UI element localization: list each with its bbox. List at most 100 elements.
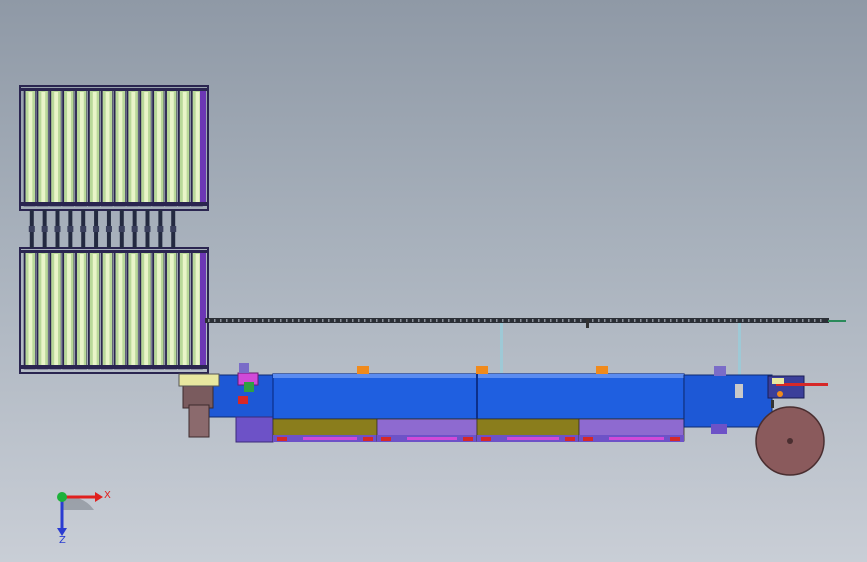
rail-tick (742, 319, 744, 322)
rack-slat (41, 92, 46, 204)
rail-tick (436, 319, 438, 322)
rack-slat (67, 92, 71, 204)
shaft-coupling (41, 226, 48, 232)
rail-tick (580, 319, 582, 322)
lower-segment-strip (407, 437, 457, 440)
rack-slat (144, 254, 149, 367)
motor-shaft (188, 404, 210, 438)
rack-post (191, 252, 193, 369)
shaft-coupling (118, 226, 125, 232)
rail-tick (424, 319, 426, 322)
rack-post (62, 90, 65, 206)
rail-tick (562, 319, 564, 322)
rail-tick (736, 319, 738, 322)
rack-slat (118, 92, 123, 204)
lower-segment-red (481, 437, 491, 441)
rack-slat (118, 254, 123, 367)
rack-post (178, 90, 180, 206)
rail-tick (664, 319, 666, 322)
rail-tick (274, 319, 276, 322)
rack-module-lower[interactable] (19, 247, 209, 374)
rail-tick (454, 319, 456, 322)
rail-tick (574, 319, 576, 322)
rack-post (101, 252, 103, 369)
z-axis-label: Z (59, 535, 66, 546)
rack-slat (79, 92, 84, 204)
rack-slat (195, 92, 200, 204)
rail-support-right (738, 323, 741, 375)
rail-tick (316, 319, 318, 322)
rail-tick (502, 319, 504, 322)
rail-tick (352, 319, 354, 322)
rail-tick (304, 319, 306, 322)
left-top-bracket (239, 363, 249, 373)
cad-viewport[interactable]: X Z (0, 0, 867, 562)
rail-tick (466, 319, 468, 322)
overhead-rail[interactable] (205, 318, 846, 375)
roller-bracket (771, 400, 774, 408)
rack-end-plate (200, 252, 206, 369)
right-foot (711, 424, 727, 434)
rail-tick (448, 319, 450, 322)
rack-post (49, 252, 52, 369)
lower-segment-red (363, 437, 373, 441)
rack-post (36, 252, 39, 369)
rail-tick (214, 319, 216, 322)
lower-segment-red (277, 437, 287, 441)
machine-assembly[interactable] (178, 363, 828, 476)
rail-tick (718, 319, 720, 322)
rail-tick (370, 319, 372, 322)
rail-tick (250, 319, 252, 322)
shaft-coupling (67, 226, 74, 232)
rack-slat (144, 92, 149, 204)
rail-tick (364, 319, 366, 322)
rail-tick (652, 319, 654, 322)
rail-tick (730, 319, 732, 322)
rail-tick (472, 319, 474, 322)
rail-tick (760, 319, 762, 322)
rack-base-rail (20, 365, 208, 369)
rail-tick (670, 319, 672, 322)
rail-tick (568, 319, 570, 322)
main-body-top-edge (273, 374, 684, 378)
rail-tick (790, 319, 792, 322)
shaft-coupling (80, 226, 87, 232)
rack-post (152, 90, 155, 206)
left-actuator-green (244, 382, 254, 392)
main-body (272, 373, 685, 420)
rack-module-upper[interactable] (19, 85, 209, 211)
rack-post (178, 252, 180, 369)
rail-tick (556, 319, 558, 322)
rack-slat (92, 92, 97, 204)
shaft-coupling (131, 226, 138, 232)
rail-tick (244, 319, 246, 322)
rack-slat (169, 92, 174, 204)
lower-segment-strip (303, 437, 357, 440)
lift-lug-mid (476, 366, 488, 374)
rail-tick (286, 319, 288, 322)
shaft-coupling (28, 226, 35, 232)
rail-tick (682, 319, 684, 322)
right-cap (772, 378, 784, 384)
rail-tick (298, 319, 300, 322)
rail-tick (610, 319, 612, 322)
rail-tick (772, 319, 774, 322)
rail-tick (700, 319, 702, 322)
rack-post (139, 252, 142, 369)
rack-post (126, 90, 129, 206)
rack-slat (92, 254, 97, 367)
rail-tick (412, 319, 414, 322)
lower-section (272, 418, 685, 442)
rack-post (152, 252, 155, 369)
rail-tick (538, 319, 540, 322)
rail-tick (310, 319, 312, 322)
lower-segment-strip (507, 437, 559, 440)
rail-tick (520, 319, 522, 322)
rail-tick (418, 319, 420, 322)
rail-tick (676, 319, 678, 322)
rack-slat (182, 92, 187, 204)
rail-tick (268, 319, 270, 322)
rack-slat (105, 92, 110, 204)
rack-slat (54, 254, 59, 367)
rail-tick (640, 319, 642, 322)
